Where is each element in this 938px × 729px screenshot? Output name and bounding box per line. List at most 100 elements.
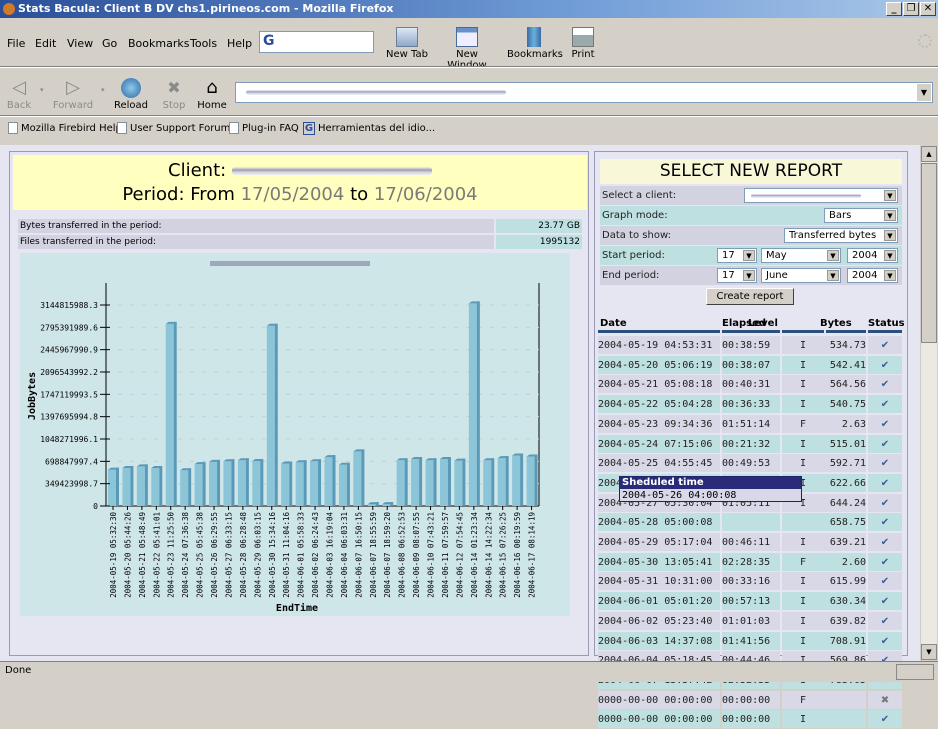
home-button[interactable]: ⌂ Home: [196, 78, 228, 112]
data-select[interactable]: Transferred bytes ▼: [784, 228, 898, 243]
y-tick-label: 2795391989.6: [40, 323, 98, 332]
level-cell: I: [782, 710, 824, 729]
table-row[interactable]: 2004-05-20 05:06:1900:38:07I542.41 MB✔: [598, 355, 902, 390]
table-row[interactable]: 2004-06-01 05:01:2000:57:13I630.34 MB✔: [598, 592, 902, 626]
elapsed-cell: 02:28:35: [722, 552, 780, 571]
status-bar: Done: [0, 661, 938, 682]
report-header: Client: Period: From 17/05/2004 to 17/06…: [13, 155, 587, 210]
table-row[interactable]: 2004-05-23 09:34:3601:51:14F2.63 GB✔: [598, 414, 902, 449]
scrollbar-thumb[interactable]: [921, 163, 937, 343]
restore-button[interactable]: ❐: [903, 2, 919, 16]
end-month-select[interactable]: June ▼: [761, 268, 841, 283]
table-row[interactable]: 2004-05-31 10:31:0000:33:16I615.99 MB✔: [598, 572, 902, 606]
graph-mode-select[interactable]: Bars ▼: [824, 208, 898, 223]
scroll-down-icon[interactable]: ▼: [921, 644, 937, 660]
table-row[interactable]: 2004-05-24 07:15:0600:21:32I515.01 MB✔: [598, 434, 902, 469]
level-cell: I: [782, 375, 824, 394]
forward-button[interactable]: ▷ Forward: [52, 78, 94, 112]
table-row[interactable]: 0000-00-00 00:00:00 00:00:00 F ✖: [598, 690, 902, 710]
bookmark-link[interactable]: Plug-in FAQ: [229, 122, 299, 134]
x-tick-label: 2004-06-10 07:43:21: [427, 512, 436, 598]
vertical-scrollbar[interactable]: ▲ ▼: [920, 146, 937, 660]
menu-view[interactable]: View: [67, 37, 93, 50]
bar: [396, 460, 405, 506]
bar-side: [462, 458, 466, 506]
bookmark-link[interactable]: Mozilla Firebird Help: [8, 122, 122, 134]
menu-go[interactable]: Go: [102, 37, 117, 50]
x-tick-label: 2004-05-29 06:03:15: [253, 512, 262, 598]
create-report-button[interactable]: Create report: [706, 288, 794, 305]
end-day-select[interactable]: 17 ▼: [717, 268, 757, 283]
bar: [122, 467, 131, 506]
table-header: Date Elapsed Level Bytes Status: [598, 318, 905, 333]
reload-button[interactable]: Reload: [113, 78, 149, 111]
back-button[interactable]: ◁ Back: [4, 78, 34, 112]
bar-side: [433, 458, 437, 506]
start-year-select[interactable]: 2004 ▼: [847, 248, 898, 263]
table-row[interactable]: 2004-06-03 14:37:0801:41:56I708.91 MB✔: [598, 631, 902, 666]
new-window-icon: [456, 27, 478, 47]
url-dropdown-icon[interactable]: ▼: [917, 84, 931, 101]
start-month-select[interactable]: May ▼: [761, 248, 841, 263]
date-cell: 2004-06-02 05:23:40: [598, 611, 720, 630]
elapsed-cell: 00:33:16: [722, 572, 780, 591]
x-tick-label: 2004-05-31 11:04:16: [282, 512, 291, 598]
bytes-cell: 639.21 MB: [824, 533, 866, 567]
bar-side: [116, 467, 119, 506]
bytes-cell: 622.66 MB: [824, 473, 866, 508]
table-row[interactable]: 2004-05-28 05:00:08 658.75 MB✔: [598, 513, 902, 547]
column-header: Status: [868, 318, 905, 329]
table-row[interactable]: 2004-05-25 04:55:4500:49:53I592.71 MB✔: [598, 454, 902, 488]
bytes-cell: 540.75 MB: [824, 395, 866, 429]
level-cell: I: [782, 611, 824, 630]
table-row[interactable]: 2004-05-29 05:17:0400:46:11I639.21 MB✔: [598, 533, 902, 567]
menu-help[interactable]: Help: [227, 37, 252, 50]
minimize-button[interactable]: _: [886, 2, 902, 16]
bar-side: [491, 458, 495, 506]
bytes-cell: [824, 690, 866, 709]
period-to: 17/06/2004: [373, 184, 478, 205]
table-row[interactable]: 2004-05-30 13:05:4102:28:35F2.60 GB✔: [598, 552, 902, 587]
scroll-up-icon[interactable]: ▲: [921, 146, 937, 162]
bookmark-link[interactable]: User Support Forum: [117, 122, 230, 134]
print-button[interactable]: Print: [568, 27, 598, 60]
bookmarks-button[interactable]: Bookmarks: [507, 27, 563, 60]
bookmark-link[interactable]: G Herramientas del idio...: [303, 122, 435, 135]
elapsed-cell: 00:38:59: [722, 336, 780, 354]
bar-side: [260, 458, 264, 506]
search-input[interactable]: G: [259, 31, 374, 53]
table-row[interactable]: 2004-05-19 04:53:3100:38:59I534.73 MB✔: [598, 336, 902, 370]
printer-icon: [572, 27, 594, 47]
menu-file[interactable]: File: [7, 37, 25, 50]
table-row[interactable]: 2004-05-22 05:04:2800:36:33I540.75 MB✔: [598, 395, 902, 429]
column-header: Date: [600, 318, 627, 329]
new-tab-button[interactable]: New Tab: [384, 27, 430, 60]
google-icon: G: [303, 122, 315, 135]
table-row[interactable]: 0000-00-00 00:00:00 00:00:00 I ✔: [598, 710, 902, 729]
back-dropdown-icon[interactable]: ▾: [40, 86, 44, 94]
check-icon: ✔: [868, 336, 902, 354]
table-row[interactable]: 2004-05-21 05:08:1800:40:31I564.56 MB✔: [598, 375, 902, 409]
close-button[interactable]: ✕: [920, 2, 936, 16]
table-row[interactable]: 2004-06-02 05:23:4001:01:03I639.82 MB✔: [598, 611, 902, 646]
new-window-button[interactable]: New Window: [436, 27, 498, 71]
elapsed-cell: 00:00:00: [722, 710, 780, 729]
menu-tools[interactable]: Tools: [190, 37, 217, 50]
elapsed-cell: 01:51:14: [722, 414, 780, 433]
check-icon: ✔: [868, 513, 902, 532]
check-icon: ✔: [868, 710, 902, 729]
check-icon: ✔: [868, 611, 902, 630]
forward-dropdown-icon[interactable]: ▾: [101, 86, 105, 94]
menu-bookmarks[interactable]: Bookmarks: [128, 37, 189, 50]
client-select[interactable]: ▼: [744, 188, 898, 203]
menu-edit[interactable]: Edit: [35, 37, 56, 50]
bytes-cell: 592.71 MB: [824, 454, 866, 488]
x-tick-label: 2004-06-16 00:19:59: [513, 512, 522, 598]
date-cell: 2004-05-31 10:31:00: [598, 572, 720, 591]
x-tick-label: 2004-05-25 05:45:38: [196, 512, 205, 598]
bar: [165, 323, 174, 506]
end-year-select[interactable]: 2004 ▼: [847, 268, 898, 283]
url-bar[interactable]: ▼: [235, 82, 933, 103]
stop-button[interactable]: ✖ Stop: [160, 78, 188, 111]
start-day-select[interactable]: 17 ▼: [717, 248, 757, 263]
